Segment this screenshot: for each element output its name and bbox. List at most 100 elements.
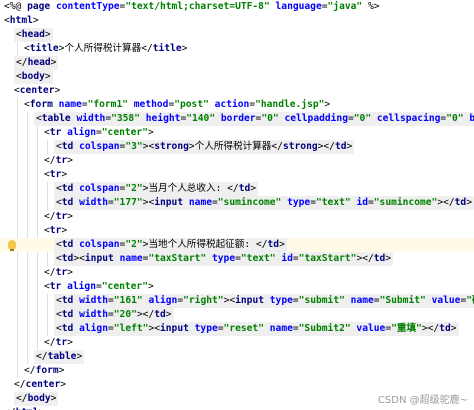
code-token: value bbox=[431, 295, 461, 306]
code-token: name bbox=[269, 323, 293, 334]
code-line-content: <td width="161" align="right"><input typ… bbox=[54, 294, 474, 308]
code-line[interactable]: <tr> bbox=[0, 168, 474, 182]
code-line-content: </tr> bbox=[44, 336, 73, 350]
code-token: </ bbox=[36, 351, 48, 362]
code-line[interactable]: <center> bbox=[0, 84, 474, 98]
code-token: type bbox=[194, 323, 218, 334]
code-line[interactable]: <td colspan="3"><strong>个人所得税计算器</strong… bbox=[0, 140, 474, 154]
code-token: tr bbox=[55, 155, 68, 166]
code-token: name bbox=[188, 197, 212, 208]
code-line[interactable]: <title>个人所得税计算器</title> bbox=[0, 42, 474, 56]
code-token: "2" bbox=[125, 239, 143, 250]
code-token: type bbox=[269, 295, 293, 306]
code-line[interactable]: <%@ page contentType="text/html;charset=… bbox=[0, 0, 474, 14]
code-token: align bbox=[79, 323, 108, 334]
code-token: action bbox=[214, 99, 250, 110]
code-line[interactable]: <table width="358" height="140" border="… bbox=[0, 112, 474, 126]
code-line[interactable]: <tr> bbox=[0, 224, 474, 238]
code-line[interactable]: </tr> bbox=[0, 336, 474, 350]
code-token: "2" bbox=[125, 183, 143, 194]
code-token: "重填" bbox=[391, 323, 422, 334]
code-line[interactable]: </tr> bbox=[0, 154, 474, 168]
code-line[interactable]: <td align="left"><input type="reset" nam… bbox=[0, 322, 474, 336]
code-token: td bbox=[454, 197, 467, 208]
code-token: cellpadding bbox=[284, 113, 348, 124]
code-token: td bbox=[61, 309, 80, 320]
code-token: </ bbox=[24, 365, 36, 376]
code-token: colspan bbox=[79, 239, 120, 250]
code-token: form bbox=[35, 365, 59, 376]
code-line[interactable]: <head> bbox=[0, 28, 474, 42]
code-token: </ bbox=[44, 155, 56, 166]
code-line[interactable]: </table> bbox=[0, 350, 474, 364]
code-token: > bbox=[50, 393, 57, 404]
code-line[interactable]: </head> bbox=[0, 56, 474, 70]
code-token: </ bbox=[227, 183, 239, 194]
code-token: > bbox=[346, 141, 353, 152]
code-token: > bbox=[58, 365, 65, 376]
code-token: head bbox=[27, 57, 51, 68]
code-token: td bbox=[61, 239, 80, 250]
code-token: "140" bbox=[186, 113, 216, 124]
code-line[interactable]: <form name="form1" method="post" action=… bbox=[0, 98, 474, 112]
code-token: </ bbox=[271, 141, 283, 152]
code-line[interactable]: <td colspan="2">当地个人所得税起征额: </td> bbox=[0, 238, 474, 252]
code-token: > bbox=[67, 337, 73, 348]
code-token: "center" bbox=[101, 281, 148, 292]
code-token: width bbox=[79, 309, 108, 320]
code-token: align bbox=[67, 281, 96, 292]
code-line[interactable]: <td colspan="2">当月个人总收入: </td> bbox=[0, 182, 474, 196]
code-token: colspan bbox=[79, 141, 120, 152]
code-token: input bbox=[160, 323, 195, 334]
code-token: </ bbox=[255, 239, 268, 250]
code-line[interactable]: <body> bbox=[0, 70, 474, 84]
code-token: 个人所得税计算器 bbox=[64, 43, 142, 54]
code-line[interactable]: <td><input name="taxStart" type="text" i… bbox=[0, 252, 474, 266]
code-line[interactable]: <td width="20"></td> bbox=[0, 308, 474, 322]
code-token: "form1" bbox=[87, 99, 128, 110]
code-token: bgcolor bbox=[469, 113, 474, 124]
code-token: "0" bbox=[261, 113, 279, 124]
code-token: body bbox=[21, 71, 45, 82]
code-token: ></ bbox=[437, 197, 455, 208]
code-line[interactable]: </tr> bbox=[0, 266, 474, 280]
code-token: 当地个人所得税起征额: bbox=[148, 239, 256, 250]
code-line[interactable]: </tr> bbox=[0, 210, 474, 224]
code-line-content: <tr align="center"> bbox=[44, 126, 154, 140]
code-token: > bbox=[181, 43, 188, 54]
code-token: </ bbox=[44, 267, 56, 278]
code-token: strong bbox=[282, 141, 318, 152]
code-token: > bbox=[44, 29, 51, 40]
code-token: border bbox=[220, 113, 256, 124]
code-token: "161" bbox=[113, 295, 143, 306]
code-token: width bbox=[79, 295, 108, 306]
code-token: > bbox=[61, 225, 68, 236]
code-token: type bbox=[287, 197, 311, 208]
code-token: cellspacing bbox=[376, 113, 441, 124]
code-line[interactable]: <td width="161" align="right"><input typ… bbox=[0, 294, 474, 308]
code-line-content: </table> bbox=[34, 350, 85, 364]
code-token: > bbox=[60, 379, 66, 390]
code-line[interactable]: <tr align="center"> bbox=[0, 126, 474, 140]
code-editor[interactable]: <%@ page contentType="text/html;charset=… bbox=[0, 0, 474, 410]
code-token: type bbox=[212, 253, 236, 264]
code-line-content: <td colspan="3"><strong>个人所得税计算器</strong… bbox=[54, 140, 355, 154]
code-token: </ bbox=[141, 43, 153, 54]
code-line[interactable]: </center> bbox=[0, 378, 474, 392]
code-token: </ bbox=[16, 393, 28, 404]
code-line[interactable]: </form> bbox=[0, 364, 474, 378]
code-token: >< bbox=[73, 253, 85, 264]
code-token: "20" bbox=[113, 309, 137, 320]
code-token: method bbox=[133, 99, 169, 110]
code-line[interactable]: <td width="177"><input name="sumincome" … bbox=[0, 196, 474, 210]
code-line[interactable]: <tr align="center"> bbox=[0, 280, 474, 294]
code-token: > bbox=[50, 57, 57, 68]
code-token: > bbox=[67, 211, 73, 222]
code-token: "text" bbox=[316, 197, 351, 208]
lightbulb-icon[interactable] bbox=[8, 240, 16, 251]
code-token: "submit" bbox=[298, 295, 345, 306]
code-token: tr bbox=[55, 211, 68, 222]
code-line[interactable]: </html> bbox=[0, 406, 474, 410]
code-line[interactable]: <html> bbox=[0, 14, 474, 28]
code-token: >< bbox=[148, 323, 160, 334]
